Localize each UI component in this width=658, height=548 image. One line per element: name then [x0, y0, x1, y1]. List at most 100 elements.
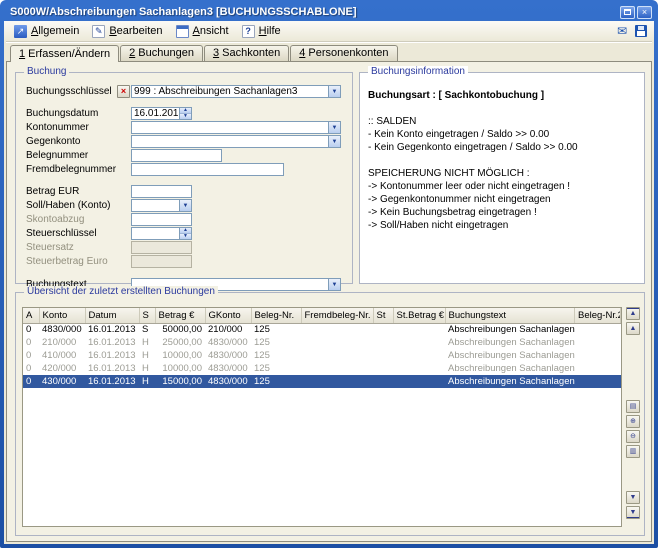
details-button[interactable]: ▤	[626, 400, 640, 413]
table-cell	[301, 349, 373, 362]
chevron-down-icon[interactable]: ▼	[328, 136, 340, 147]
tab-page: Buchung Buchungsschlüssel × 999 : Abschrei…	[6, 61, 652, 542]
columns-button[interactable]: ▥	[626, 445, 640, 458]
field-label-buchungsschluessel: Buchungsschlüssel	[26, 86, 117, 97]
fremdbelegnummer-field[interactable]	[131, 163, 284, 176]
clear-icon: ×	[121, 87, 126, 96]
tab-sachkonten[interactable]: 3 Sachkonten	[204, 45, 289, 61]
close-button[interactable]: ×	[637, 6, 652, 19]
menu-hilfe[interactable]: ? Hilfe	[236, 24, 287, 39]
details-icon: ▤	[630, 403, 637, 410]
column-header[interactable]: Buchungstext	[445, 308, 575, 323]
scroll-top-button[interactable]: ▲	[626, 307, 640, 320]
chevron-down-icon[interactable]: ▼	[328, 86, 340, 97]
field-label-gegenkonto: Gegenkonto	[26, 136, 117, 147]
table-cell	[301, 323, 373, 336]
info-group-title: Buchungsinformation	[368, 66, 468, 77]
spin-down-icon[interactable]: ▼	[180, 233, 191, 239]
table-row[interactable]: 0430/00016.01.2013H15000,004830/000125Ab…	[23, 375, 621, 388]
save-button[interactable]	[632, 23, 650, 39]
table-cell: 420/000	[39, 362, 85, 375]
scroll-down-button[interactable]: ▼	[626, 491, 640, 504]
column-header[interactable]: Beleg-Nr.2	[575, 308, 621, 323]
skontoabzug-field[interactable]	[131, 213, 192, 226]
table-cell: 125	[251, 349, 301, 362]
kontonummer-combobox[interactable]: ▼	[131, 121, 341, 134]
section-buchungsinformation: Buchungsinformation Buchungsart : [ Sach…	[359, 72, 645, 284]
table-cell: 15000,00	[155, 375, 205, 388]
column-header[interactable]: GKonto	[205, 308, 251, 323]
scroll-bottom-button[interactable]: ▼	[626, 506, 640, 519]
scroll-up-button[interactable]: ▲	[626, 322, 640, 335]
buchungen-table: AKontoDatumSBetrag €GKontoBeleg-Nr.Fremd…	[22, 307, 622, 527]
table-cell: Abschreibungen Sachanlagen	[445, 323, 575, 336]
steuerbetrag-euro-field	[131, 255, 192, 268]
column-header[interactable]: St.Betrag €	[393, 308, 445, 323]
restore-icon	[624, 9, 631, 15]
table-cell	[301, 375, 373, 388]
zoom-in-button[interactable]: ⊕	[626, 415, 640, 428]
tab-personenkonten[interactable]: 4 Personenkonten	[290, 45, 397, 61]
clear-buchungsschluessel-button[interactable]: ×	[117, 85, 130, 98]
column-header[interactable]: Konto	[39, 308, 85, 323]
zoom-out-button[interactable]: ⊖	[626, 430, 640, 443]
betrag-eur-field[interactable]	[131, 185, 192, 198]
table-cell	[373, 375, 393, 388]
table-cell: 16.01.2013	[85, 336, 139, 349]
table-row[interactable]: 04830/00016.01.2013S50000,00210/000125Ab…	[23, 323, 621, 336]
table-cell: 16.01.2013	[85, 349, 139, 362]
spin-down-icon[interactable]: ▼	[180, 113, 191, 119]
buchungsschluessel-value: 999 : Abschreibungen Sachanlagen3	[132, 86, 328, 97]
column-header[interactable]: A	[23, 308, 39, 323]
field-row-steuerbetrag-euro: Steuerbetrag Euro	[26, 255, 346, 268]
field-row-gegenkonto: Gegenkonto ▼	[26, 135, 346, 148]
gegenkonto-combobox[interactable]: ▼	[131, 135, 341, 148]
chevron-down-icon[interactable]: ▼	[328, 122, 340, 133]
mail-icon: ✉	[617, 25, 627, 37]
menu-ansicht-label: Ansicht	[193, 25, 229, 37]
edit-icon: ✎	[92, 25, 105, 38]
buchung-group-title: Buchung	[24, 66, 69, 77]
column-header[interactable]: Beleg-Nr.	[251, 308, 301, 323]
table-cell: 125	[251, 375, 301, 388]
scroll-bottom-icon: ▼	[630, 509, 637, 516]
steuerschluessel-field[interactable]: ▲▼	[131, 227, 192, 240]
table-cell: 125	[251, 336, 301, 349]
column-header[interactable]: St	[373, 308, 393, 323]
chevron-down-icon[interactable]: ▼	[328, 279, 340, 290]
menu-bearbeiten[interactable]: ✎ Bearbeiten	[86, 24, 168, 39]
column-header[interactable]: Fremdbeleg-Nr.	[301, 308, 373, 323]
tab-erfassen-aendern[interactable]: 1 Erfassen/Ändern	[10, 45, 119, 62]
field-label-belegnummer: Belegnummer	[26, 150, 117, 161]
field-row-buchungsschluessel: Buchungsschlüssel × 999 : Abschreibungen S…	[26, 85, 346, 98]
menu-bearbeiten-label: Bearbeiten	[109, 25, 162, 37]
mail-button[interactable]: ✉	[613, 23, 631, 39]
restore-button[interactable]	[620, 6, 635, 19]
belegnummer-field[interactable]	[131, 149, 222, 162]
close-icon: ×	[642, 7, 647, 17]
column-header[interactable]: S	[139, 308, 155, 323]
field-row-skontoabzug: Skontoabzug	[26, 213, 346, 226]
buchungsschluessel-combobox[interactable]: 999 : Abschreibungen Sachanlagen3▼	[131, 85, 341, 98]
table-cell	[575, 349, 621, 362]
menu-ansicht[interactable]: Ansicht	[170, 24, 235, 39]
window-view-icon	[176, 25, 189, 38]
chevron-down-icon[interactable]: ▼	[179, 200, 191, 211]
tab-buchungen[interactable]: 2 Buchungen	[120, 45, 203, 61]
table-cell: H	[139, 336, 155, 349]
buchungsdatum-field[interactable]: 16.01.2013▲▼	[131, 107, 192, 120]
zoom-in-icon: ⊕	[630, 418, 636, 425]
menu-allgemein[interactable]: ↗ Allgemein	[8, 24, 85, 39]
column-header[interactable]: Betrag €	[155, 308, 205, 323]
table-row[interactable]: 0420/00016.01.2013H10000,004830/000125Ab…	[23, 362, 621, 375]
client-area: ↗ Allgemein ✎ Bearbeiten Ansicht ? Hilfe…	[4, 21, 654, 544]
table-cell: S	[139, 323, 155, 336]
info-line	[368, 102, 636, 115]
soll-haben-combobox[interactable]: ▼	[131, 199, 192, 212]
table-row[interactable]: 0410/00016.01.2013H10000,004830/000125Ab…	[23, 349, 621, 362]
table-cell: 4830/000	[205, 336, 251, 349]
table-row[interactable]: 0210/00016.01.2013H25000,004830/000125Ab…	[23, 336, 621, 349]
table-cell: 410/000	[39, 349, 85, 362]
column-header[interactable]: Datum	[85, 308, 139, 323]
table-cell: H	[139, 362, 155, 375]
